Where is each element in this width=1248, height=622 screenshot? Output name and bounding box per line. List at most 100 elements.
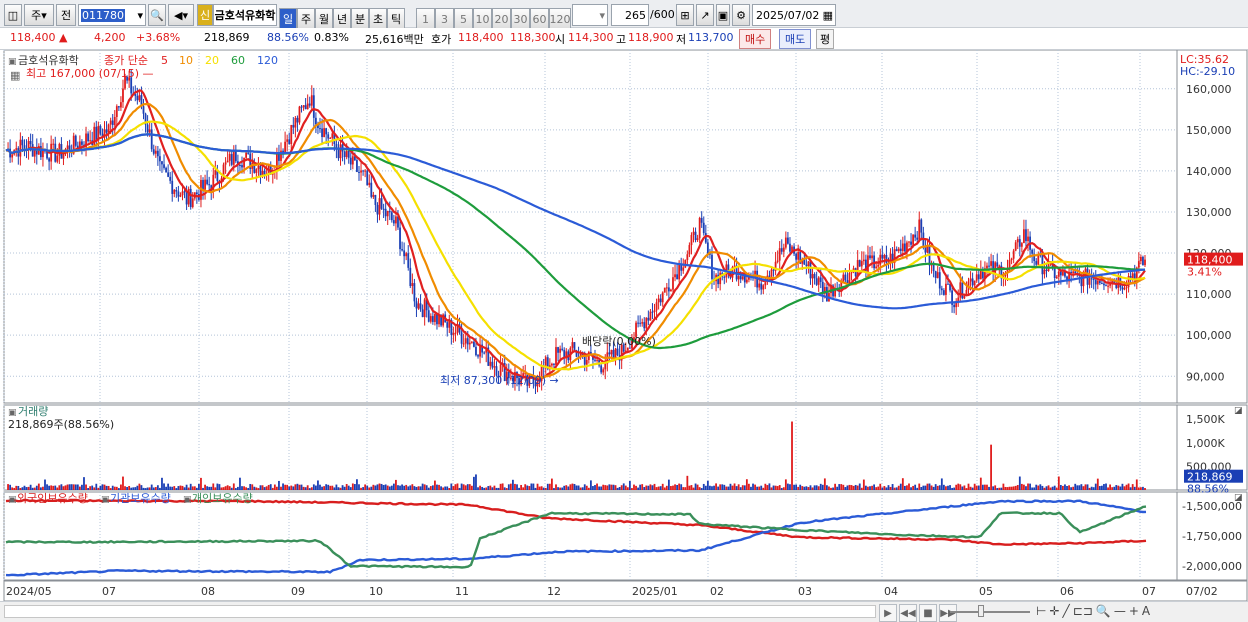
volume-bar	[302, 486, 305, 490]
period-tab-5[interactable]: 초	[369, 8, 387, 30]
volume-bar	[257, 488, 260, 490]
rewind-icon[interactable]: ◀◀	[899, 604, 917, 622]
calendar-icon[interactable]: ▦	[823, 9, 833, 22]
change-pct: +3.68%	[136, 31, 181, 44]
volume-bar	[604, 485, 607, 490]
volume-bar	[362, 487, 364, 490]
forward-icon[interactable]: ▶▶	[939, 604, 957, 622]
volume-bar	[1109, 484, 1112, 490]
chart-canvas[interactable]: 160,000150,000140,000130,000120,000110,0…	[0, 50, 1248, 621]
volume-bar	[1127, 483, 1130, 490]
market-select[interactable]: 주 ▾	[24, 4, 54, 26]
volume-bar	[984, 484, 986, 490]
volume-bar	[996, 488, 999, 490]
zoom-in-icon[interactable]: +	[1129, 604, 1139, 618]
fit-icon[interactable]: ⊏⊐	[1073, 604, 1093, 618]
ma-period-120: 120	[257, 54, 278, 67]
interval-tab-1[interactable]: 3	[435, 8, 454, 30]
prev-button[interactable]: 전	[56, 4, 76, 26]
save-icon[interactable]: ▣	[716, 4, 730, 26]
candle-body	[327, 134, 330, 139]
speaker-icon[interactable]: ◀▾	[168, 4, 194, 26]
volume-bar	[592, 486, 594, 490]
volume-bar	[91, 485, 94, 490]
candle-body	[655, 302, 658, 311]
volume-bar	[518, 487, 520, 490]
settings-gear-icon[interactable]: ⚙	[732, 4, 750, 26]
zoom-out-icon[interactable]: —	[1114, 604, 1126, 618]
period-tabs: 일주월년분초틱	[279, 4, 405, 30]
zoom-slider[interactable]	[950, 605, 1030, 617]
volume-bar	[241, 486, 243, 490]
chart-area[interactable]: 160,000150,000140,000130,000120,000110,0…	[0, 50, 1248, 621]
buy-button[interactable]: 매수	[739, 29, 772, 49]
search-icon[interactable]: 🔍	[148, 4, 166, 26]
cursor-icon[interactable]: ⊢	[1036, 604, 1046, 618]
candle-body	[306, 103, 309, 110]
volume-bar	[222, 487, 225, 490]
volume-bar	[115, 486, 118, 490]
volume-bar	[193, 486, 196, 490]
candle-body	[173, 189, 176, 194]
volume-bar	[965, 488, 968, 490]
period-tab-6[interactable]: 틱	[387, 8, 405, 30]
interval-tab-6[interactable]: 60	[530, 8, 549, 30]
volume-bar	[797, 486, 800, 490]
volume-bar	[436, 484, 438, 490]
candle-body	[214, 170, 217, 175]
period-tab-3[interactable]: 년	[333, 8, 351, 30]
scroll-right-icon[interactable]: ▶	[879, 604, 897, 622]
interval-tab-0[interactable]: 1	[416, 8, 435, 30]
period-tab-4[interactable]: 분	[351, 8, 369, 30]
interval-input[interactable]: ▾	[572, 4, 608, 26]
crosshair-icon[interactable]: ✛	[1049, 604, 1059, 618]
stock-code-input[interactable]: 011780 ▾	[78, 4, 146, 26]
bottom-scrollbar[interactable]: ▶ ◀◀ ■ ▶▶ ⊢ ✛ ╱ ⊏⊐ 🔍 — + A	[0, 601, 1248, 622]
zoom-slider-handle[interactable]	[978, 605, 984, 617]
interval-tab-2[interactable]: 5	[454, 8, 473, 30]
date-input[interactable]: 2025/07/02 ▦	[752, 4, 836, 26]
font-size-icon[interactable]: A	[1142, 604, 1150, 618]
volume-bar	[717, 486, 720, 490]
volume-bar	[667, 479, 670, 490]
sell-button[interactable]: 매도	[779, 29, 812, 49]
candle-body	[171, 180, 174, 194]
volume-bar	[1074, 483, 1077, 490]
interval-tab-3[interactable]: 10	[473, 8, 492, 30]
volume-bar	[265, 486, 268, 490]
candle-body	[938, 272, 941, 289]
volume-bar	[327, 484, 330, 490]
code-dropdown-icon[interactable]: ▾	[137, 9, 143, 22]
candle-body	[464, 338, 467, 344]
draw-tool-icon[interactable]: ↗	[696, 4, 714, 26]
volume-bar	[875, 487, 878, 490]
indicator-icon[interactable]: ⊞	[676, 4, 694, 26]
candle-body	[372, 194, 375, 197]
candle-body	[758, 283, 761, 288]
candle-body	[470, 341, 473, 343]
candle-body	[288, 139, 291, 145]
volume-bar	[524, 484, 527, 490]
interval-tab-7[interactable]: 120	[549, 8, 571, 30]
line-icon[interactable]: ╱	[1063, 604, 1070, 618]
scroll-track[interactable]	[4, 605, 876, 618]
volume-bar	[686, 475, 689, 490]
panel-icon[interactable]: ◫	[4, 4, 22, 26]
count-input[interactable]: 265	[611, 4, 649, 26]
candle-body	[918, 219, 921, 240]
stop-icon[interactable]: ■	[919, 604, 937, 622]
volume-bar	[35, 485, 38, 490]
period-tab-2[interactable]: 월	[315, 8, 333, 30]
zoom-icon[interactable]: 🔍	[1096, 604, 1111, 618]
period-tab-0[interactable]: 일	[279, 8, 297, 30]
volume-bar	[312, 484, 315, 490]
interval-tab-5[interactable]: 30	[511, 8, 530, 30]
volume-bar	[269, 484, 272, 490]
volume-bar	[602, 484, 605, 490]
candle-body	[66, 145, 69, 150]
eval-button[interactable]: 평	[816, 29, 835, 49]
volume-bar	[1049, 487, 1052, 490]
period-tab-1[interactable]: 주	[297, 8, 315, 30]
candle-body	[115, 106, 118, 118]
interval-tab-4[interactable]: 20	[492, 8, 511, 30]
